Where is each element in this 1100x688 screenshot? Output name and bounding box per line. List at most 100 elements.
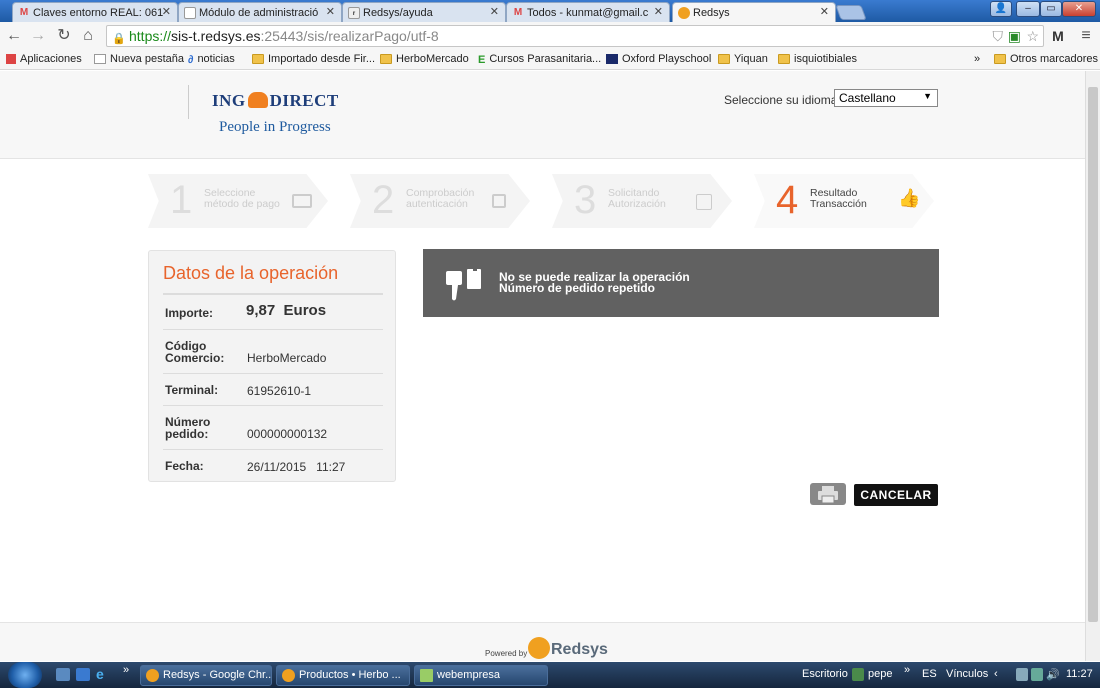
user-icon[interactable]: 👤 [990,1,1012,17]
clock[interactable]: 11:27 [1066,668,1093,680]
close-tab-icon[interactable]: ✕ [326,5,335,18]
powered-by-label: Powered by [485,649,528,658]
lion-icon [247,92,268,108]
language-label: Seleccione su idioma [724,93,838,107]
reload-icon[interactable]: ↻ [54,26,74,46]
address-bar[interactable]: 🔒 https://sis-t.redsys.es:25443/sis/real… [106,25,1044,47]
taskbar-app[interactable]: Productos • Herbo ... [276,665,410,686]
start-button[interactable] [8,662,42,688]
step-label: Resultado Transacción [810,187,867,210]
terminal-value: 61952610-1 [247,384,312,398]
bookmark-label: Importado desde Fir... [268,53,375,65]
browser-tab[interactable]: Módulo de administració ✕ [178,2,342,22]
battery-icon[interactable] [1031,668,1043,681]
step-2: 2 Comprobación autenticación [350,174,530,228]
browser-tab[interactable]: r Redsys/ayuda ✕ [342,2,506,22]
bookmark-item[interactable]: ∂ noticias [188,53,235,66]
new-tab-button[interactable] [835,5,867,20]
bookmarks-more[interactable]: » [974,53,980,65]
forward-icon[interactable]: → [28,26,48,46]
maximize-button[interactable]: ▭ [1040,1,1062,17]
tray-expand-icon[interactable]: ‹ [994,668,998,680]
bookmark-label: Aplicaciones [20,53,82,65]
bookmark-label: Cursos Parasanitaria... [489,53,602,65]
folder-icon [718,54,730,64]
row-fecha: Fecha: 26/11/2015 11:27 [163,449,383,479]
vertical-scrollbar[interactable] [1085,71,1100,661]
browser-tab-active[interactable]: Redsys ✕ [672,2,836,23]
operation-title: Datos de la operación [163,263,339,283]
oup-icon [606,54,618,64]
bookmark-item[interactable]: Nueva pestaña [94,53,184,65]
network-icon[interactable] [1016,668,1028,681]
scrollbar-thumb[interactable] [1088,87,1098,622]
notepad-icon [420,669,433,682]
tray-more[interactable]: » [904,664,910,676]
quicklaunch-more[interactable]: » [123,664,129,676]
tab-title: Claves entorno REAL: 061 [33,6,164,19]
ie-icon[interactable]: e [96,667,110,681]
bookmark-item[interactable]: Yiquan [718,53,768,65]
language-select[interactable]: Castellano ▼ [834,89,938,107]
transfer-icon [696,194,712,210]
close-tab-icon[interactable]: ✕ [820,5,829,18]
bookmark-item[interactable]: Oxford Playschool [606,53,711,65]
redsys-icon: r [348,7,360,19]
step-number: 2 [372,178,395,222]
explorer-icon[interactable] [76,668,90,681]
star-icon[interactable]: ☆ [1026,26,1039,46]
minimize-button[interactable]: – [1016,1,1040,17]
close-tab-icon[interactable]: ✕ [162,5,171,18]
close-window-button[interactable]: ✕ [1062,1,1096,17]
bookmark-item[interactable]: Importado desde Fir... [252,53,375,65]
browser-tab[interactable]: M Claves entorno REAL: 061 ✕ [12,2,178,22]
shield-icon[interactable]: ⛉ [993,26,1004,46]
tab-title: Todos - kunmat@gmail.c [527,6,649,19]
terminal-label: Terminal: [165,383,219,397]
tray-user[interactable]: pepe [868,668,892,680]
taskbar-app[interactable]: webempresa [414,665,548,686]
bookmark-item[interactable]: isquiotibiales [778,53,857,65]
bookmark-label: Otros marcadores [1010,53,1099,65]
url-scheme: https:// [129,28,172,44]
bookmark-item[interactable]: HerboMercado [380,53,469,65]
bookmark-apps[interactable]: Aplicaciones [6,53,82,65]
fecha-label: Fecha: [165,459,204,473]
step-3: 3 Solicitando Autorización [552,174,732,228]
menu-icon[interactable]: ≡ [1076,26,1096,46]
tray-vinculos[interactable]: Vínculos [946,668,988,680]
chrome-icon [678,7,690,19]
e-icon: E [478,54,486,66]
home-icon[interactable]: ⌂ [78,26,98,46]
row-importe: Importe: 9,87 Euros [163,293,383,329]
folder-icon [778,54,790,64]
gmail-icon: M [19,7,29,18]
user-tray-icon[interactable] [852,668,864,681]
thumbs-up-icon: 👍 [898,188,921,208]
close-tab-icon[interactable]: ✕ [490,5,499,18]
print-button[interactable] [810,483,846,505]
redsys-logo-icon [528,637,550,659]
step-label: Comprobación autenticación [406,187,475,210]
back-icon[interactable]: ← [4,26,24,46]
step-number: 1 [170,178,193,222]
bookmark-label: isquiotibiales [794,53,857,65]
chevron-down-icon: ▼ [923,91,932,101]
other-bookmarks[interactable]: Otros marcadores [994,53,1098,65]
volume-icon[interactable]: 🔊 [1046,668,1060,681]
show-desktop-icon[interactable] [56,668,70,681]
taskbar-app[interactable]: Redsys - Google Chr... [140,665,272,686]
printer-icon [818,486,838,504]
logo-text-ing: ING [212,91,246,110]
close-tab-icon[interactable]: ✕ [654,5,663,18]
operation-panel: Datos de la operación Importe: 9,87 Euro… [148,250,396,482]
tray-language[interactable]: ES [922,668,937,680]
step-label: Solicitando Autorización [608,187,666,210]
gmail-extension-icon[interactable]: M [1048,26,1068,46]
importe-value: 9,87 Euros [246,302,327,319]
tray-escritorio[interactable]: Escritorio [802,668,848,680]
bookmark-item[interactable]: E Cursos Parasanitaria... [478,53,602,66]
extension-icon[interactable]: ▣ [1008,26,1021,46]
browser-tab[interactable]: M Todos - kunmat@gmail.c ✕ [506,2,670,22]
cancel-button[interactable]: CANCELAR [854,484,938,506]
